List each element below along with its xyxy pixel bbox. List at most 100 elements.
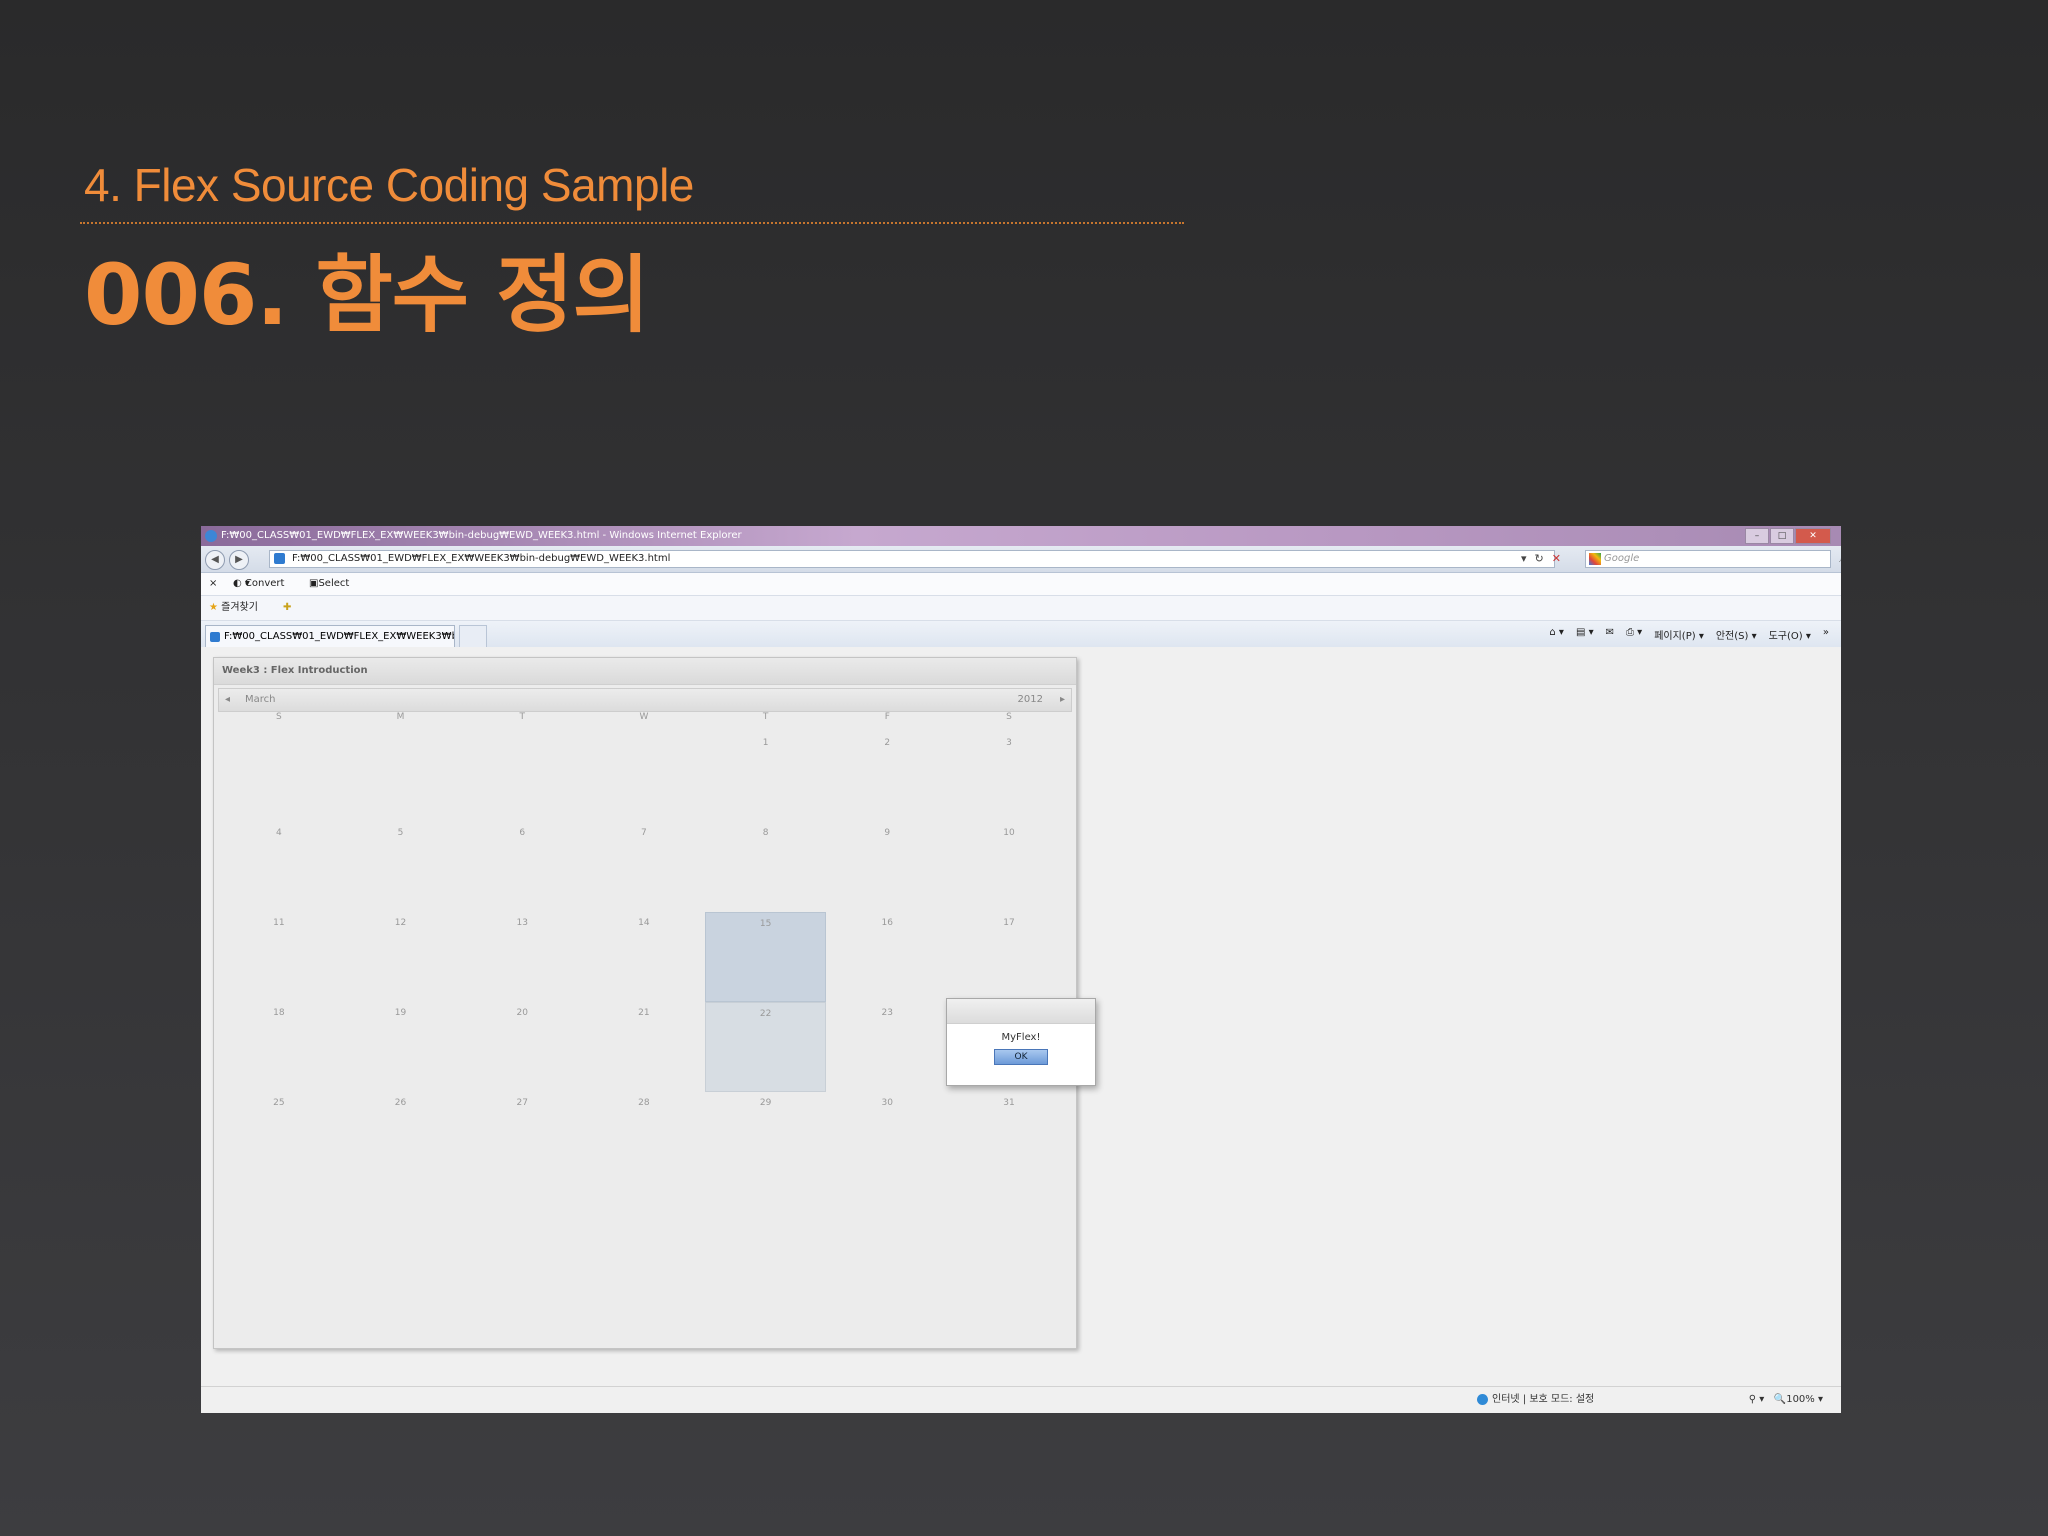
calendar-day[interactable]: 13 — [461, 912, 583, 1002]
weekday-label: T — [519, 712, 525, 722]
calendar-day[interactable]: 12 — [340, 912, 462, 1002]
weekday-label: S — [275, 712, 282, 722]
safety-menu[interactable]: 안전(S) ▾ — [1716, 627, 1757, 642]
calendar-day[interactable]: 25 — [218, 1092, 340, 1182]
add-favorite-icon[interactable]: ✚ — [283, 596, 291, 620]
close-toolbar-button[interactable]: × — [209, 573, 217, 595]
calendar-day[interactable]: 9 — [826, 822, 948, 912]
ok-button[interactable]: OK — [994, 1049, 1048, 1065]
calendar-week-row: 18192021222324 — [218, 1002, 1070, 1092]
close-window-button[interactable]: ✕ — [1795, 528, 1831, 544]
zoom-control[interactable]: ⚲ ▾ 🔍100% ▾ — [1749, 1387, 1823, 1413]
calendar-empty-cell — [461, 732, 583, 822]
page-menu[interactable]: 페이지(P) ▾ — [1654, 627, 1704, 642]
search-go-icon[interactable]: ⌕ ▾ — [1839, 551, 1841, 567]
refresh-icon[interactable]: ↻ — [1535, 552, 1544, 565]
favorites-button[interactable]: ★ 즐겨찾기 — [209, 596, 258, 620]
search-placeholder: Google — [1604, 553, 1640, 564]
tab-ie-icon — [210, 632, 220, 642]
page-icon — [274, 553, 285, 564]
calendar-day[interactable]: 1 — [705, 732, 827, 822]
calendar-week-row: 4 5 6 7 8 9 10 — [218, 822, 1070, 912]
prev-month-arrow-icon[interactable]: ◂ — [225, 689, 230, 711]
alert-titlebar — [947, 999, 1095, 1024]
slide-subtitle: 4. Flex Source Coding Sample — [84, 159, 694, 211]
new-tab-button[interactable] — [459, 625, 487, 649]
search-input[interactable]: Google ⌕ ▾ — [1585, 550, 1841, 568]
calendar-empty-cell — [340, 732, 462, 822]
calendar-day[interactable]: 6 — [461, 822, 583, 912]
calendar-day[interactable]: 21 — [583, 1002, 705, 1092]
calendar-day[interactable]: 29 — [705, 1092, 827, 1182]
window-titlebar: F:₩00_CLASS₩01_EWD₩FLEX_EX₩WEEK3₩bin-deb… — [201, 526, 1841, 546]
overflow-icon[interactable]: » — [1823, 627, 1829, 642]
calendar-grid: S M T W T F S 1 2 3 4 5 6 7 8 9 10 11 12 13 14 15 16 17 18 19 20 21… — [218, 712, 1070, 1182]
page-content: Week3 : Flex Introduction ◂ March 2012 ▸… — [201, 647, 1841, 1387]
calendar-day[interactable]: 14 — [583, 912, 705, 1002]
command-bar: × ◐ Convert ▾ ▣ Select — [201, 573, 1841, 596]
calendar-day[interactable]: 26 — [340, 1092, 462, 1182]
forward-button[interactable]: ▶ — [229, 550, 249, 570]
status-bar: 인터넷 | 보호 모드: 설정 ⚲ ▾ 🔍100% ▾ — [201, 1386, 1841, 1413]
calendar-day[interactable]: 16 — [826, 912, 948, 1002]
tab-title: F:₩00_CLASS₩01_EWD₩FLEX_EX₩WEEK3₩bin-... — [224, 631, 455, 642]
address-input[interactable]: F:₩00_CLASS₩01_EWD₩FLEX_EX₩WEEK3₩bin-deb… — [269, 550, 1555, 568]
calendar-day[interactable]: 15 — [704, 912, 827, 1002]
toolbar-right: ⌂ ▾ ▤ ▾ ✉ ⎙ ▾ 페이지(P) ▾ 안전(S) ▾ 도구(O) ▾ » — [1549, 627, 1829, 642]
minimize-button[interactable]: – — [1745, 528, 1769, 544]
calendar-day[interactable]: 30 — [826, 1092, 948, 1182]
convert-button[interactable]: ◐ Convert ▾ — [233, 573, 284, 595]
calendar-day[interactable]: 31 — [948, 1092, 1070, 1182]
calendar-day[interactable]: 10 — [948, 822, 1070, 912]
star-icon: ★ — [209, 602, 218, 613]
calendar-day[interactable]: 22 — [704, 1002, 827, 1092]
calendar-day[interactable]: 7 — [583, 822, 705, 912]
maximize-button[interactable]: □ — [1770, 528, 1794, 544]
calendar-day[interactable]: 17 — [948, 912, 1070, 1002]
next-month-arrow-icon[interactable]: ▸ — [1060, 689, 1065, 711]
calendar-day[interactable]: 28 — [583, 1092, 705, 1182]
feeds-icon[interactable]: ▤ ▾ — [1576, 627, 1594, 642]
calendar-day[interactable]: 19 — [340, 1002, 462, 1092]
address-bar-row: ◀ ▶ F:₩00_CLASS₩01_EWD₩FLEX_EX₩WEEK3₩bin… — [201, 546, 1841, 573]
calendar-day[interactable]: 2 — [826, 732, 948, 822]
weekday-label: S — [1006, 712, 1012, 722]
month-navigation: ◂ March 2012 ▸ — [218, 688, 1072, 712]
tools-menu[interactable]: 도구(O) ▾ — [1769, 627, 1811, 642]
print-icon[interactable]: ⎙ ▾ — [1626, 627, 1642, 642]
address-text: F:₩00_CLASS₩01_EWD₩FLEX_EX₩WEEK3₩bin-deb… — [292, 553, 671, 564]
calendar-day[interactable]: 18 — [218, 1002, 340, 1092]
tab-current[interactable]: F:₩00_CLASS₩01_EWD₩FLEX_EX₩WEEK3₩bin-... — [205, 625, 455, 649]
favorites-bar: ★ 즐겨찾기 ✚ — [201, 596, 1841, 621]
ie-logo-icon — [205, 530, 217, 542]
calendar-day[interactable]: 4 — [218, 822, 340, 912]
tab-bar: F:₩00_CLASS₩01_EWD₩FLEX_EX₩WEEK3₩bin-...… — [201, 621, 1841, 650]
stop-icon[interactable]: ✕ — [1552, 552, 1561, 565]
calendar-day[interactable]: 5 — [340, 822, 462, 912]
calendar-day[interactable]: 23 — [826, 1002, 948, 1092]
globe-icon — [1477, 1393, 1488, 1405]
calendar-empty-cell — [218, 732, 340, 822]
calendar-day[interactable]: 11 — [218, 912, 340, 1002]
home-icon[interactable]: ⌂ ▾ — [1549, 627, 1564, 642]
calendar-week-row: 123 — [218, 732, 1070, 822]
weekday-label: F — [884, 712, 890, 722]
address-controls: ▾ ↻ ✕ — [1521, 552, 1561, 565]
select-button[interactable]: ▣ Select — [309, 573, 349, 595]
calendar-day[interactable]: 20 — [461, 1002, 583, 1092]
calendar-day[interactable]: 27 — [461, 1092, 583, 1182]
mail-icon[interactable]: ✉ — [1606, 627, 1614, 642]
address-dropdown-icon[interactable]: ▾ — [1521, 552, 1527, 565]
month-label: March — [245, 694, 276, 705]
security-zone[interactable]: 인터넷 | 보호 모드: 설정 — [1477, 1387, 1594, 1413]
weekday-label: M — [396, 712, 405, 722]
year-label: 2012 — [1017, 694, 1043, 705]
window-controls: – □ ✕ — [1745, 528, 1831, 544]
calendar-empty-cell — [583, 732, 705, 822]
slide-divider — [80, 222, 1184, 224]
calendar-day[interactable]: 3 — [948, 732, 1070, 822]
browser-window: F:₩00_CLASS₩01_EWD₩FLEX_EX₩WEEK3₩bin-deb… — [201, 526, 1841, 1413]
alert-dialog: MyFlex! OK — [946, 998, 1096, 1086]
calendar-day[interactable]: 8 — [705, 822, 827, 912]
back-button[interactable]: ◀ — [205, 550, 225, 570]
